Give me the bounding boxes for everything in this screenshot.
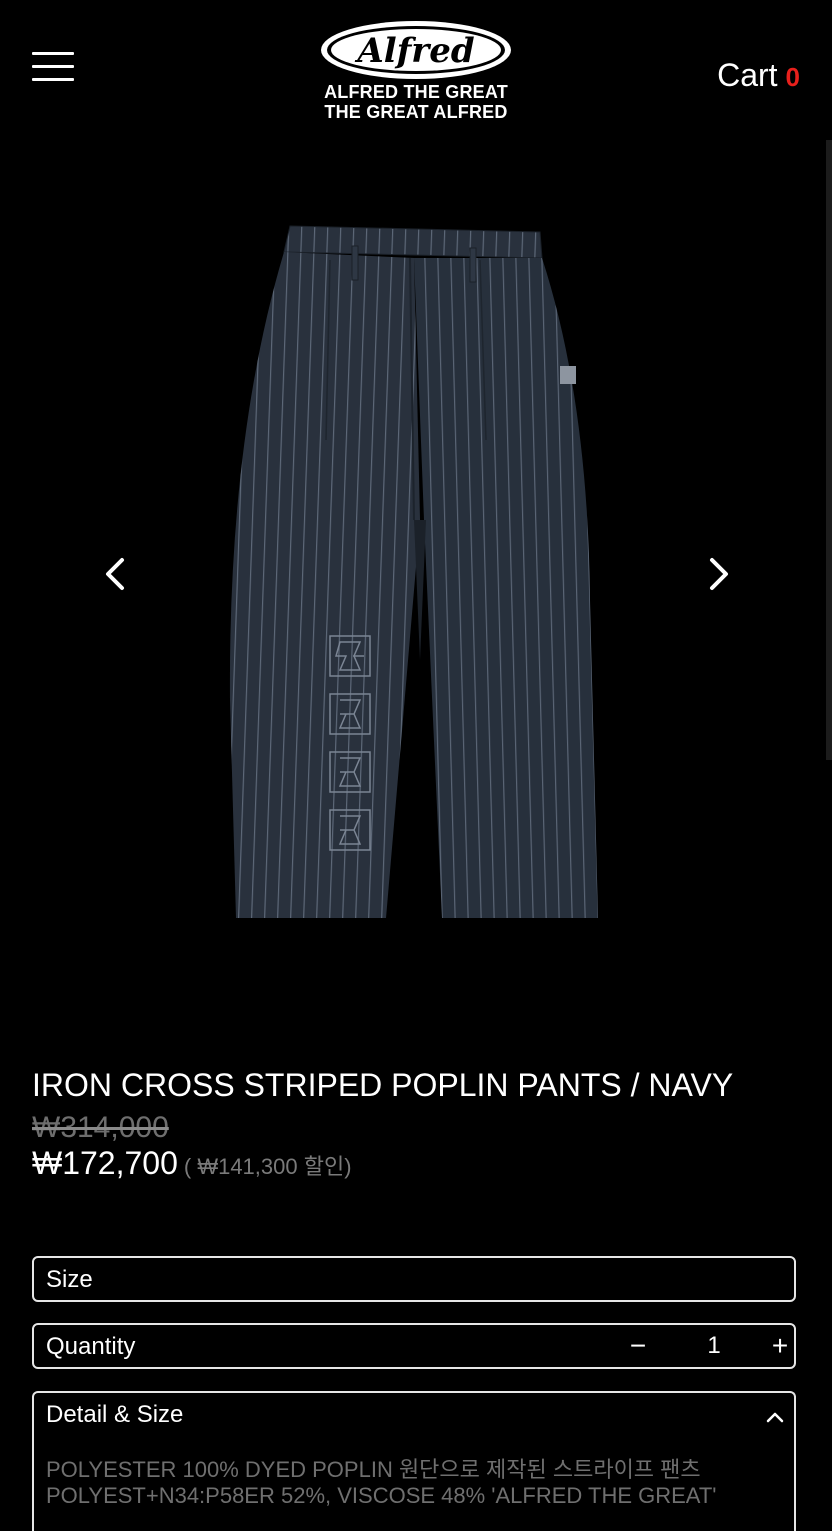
site-header: Alfred ALFRED THE GREAT THE GREAT ALFRED… xyxy=(0,0,832,140)
size-selector[interactable]: Size xyxy=(32,1256,796,1302)
cart-count-badge: 0 xyxy=(785,62,800,92)
price-row: ₩172,700( ₩141,300 할인) xyxy=(32,1144,352,1182)
quantity-label: Quantity xyxy=(46,1333,136,1360)
cart-link[interactable]: Cart 0 xyxy=(717,56,800,96)
sale-price: ₩172,700 xyxy=(32,1145,178,1181)
discount-amount: ( ₩141,300 할인) xyxy=(183,1154,352,1179)
scrollbar[interactable] xyxy=(826,140,832,760)
logo-tagline-1: ALFRED THE GREAT xyxy=(324,82,508,102)
detail-label: Detail & Size xyxy=(46,1401,184,1428)
logo-oval-icon: Alfred xyxy=(321,21,511,79)
quantity-stepper: Quantity − 1 + xyxy=(32,1323,796,1369)
cart-label: Cart xyxy=(717,57,778,93)
chevron-up-icon[interactable] xyxy=(766,1411,784,1423)
size-label: Size xyxy=(46,1266,93,1293)
chevron-left-icon[interactable] xyxy=(96,552,136,596)
detail-accordion[interactable]: Detail & Size POLYESTER 100% DYED POPLIN… xyxy=(32,1391,796,1531)
brand-logo[interactable]: Alfred ALFRED THE GREAT THE GREAT ALFRED xyxy=(316,18,516,133)
chevron-right-icon[interactable] xyxy=(700,552,740,596)
quantity-decrease-button[interactable]: − xyxy=(626,1329,650,1363)
hamburger-menu-icon[interactable] xyxy=(32,52,74,82)
logo-tagline-2: THE GREAT ALFRED xyxy=(324,102,508,122)
detail-line-2: POLYEST+N34:P58ER 52%, VISCOSE 48% 'ALFR… xyxy=(46,1483,717,1508)
original-price: ₩314,000 xyxy=(32,1111,169,1144)
quantity-value[interactable]: 1 xyxy=(694,1332,734,1360)
logo-wordmark: Alfred xyxy=(354,31,474,71)
quantity-increase-button[interactable]: + xyxy=(768,1329,792,1363)
detail-description: POLYESTER 100% DYED POPLIN 원단으로 제작된 스트라이… xyxy=(46,1457,716,1509)
detail-line-1: POLYESTER 100% DYED POPLIN 원단으로 제작된 스트라이… xyxy=(46,1457,701,1482)
product-gallery[interactable] xyxy=(0,140,832,1020)
product-title: IRON CROSS STRIPED POPLIN PANTS / NAVY xyxy=(32,1067,734,1103)
